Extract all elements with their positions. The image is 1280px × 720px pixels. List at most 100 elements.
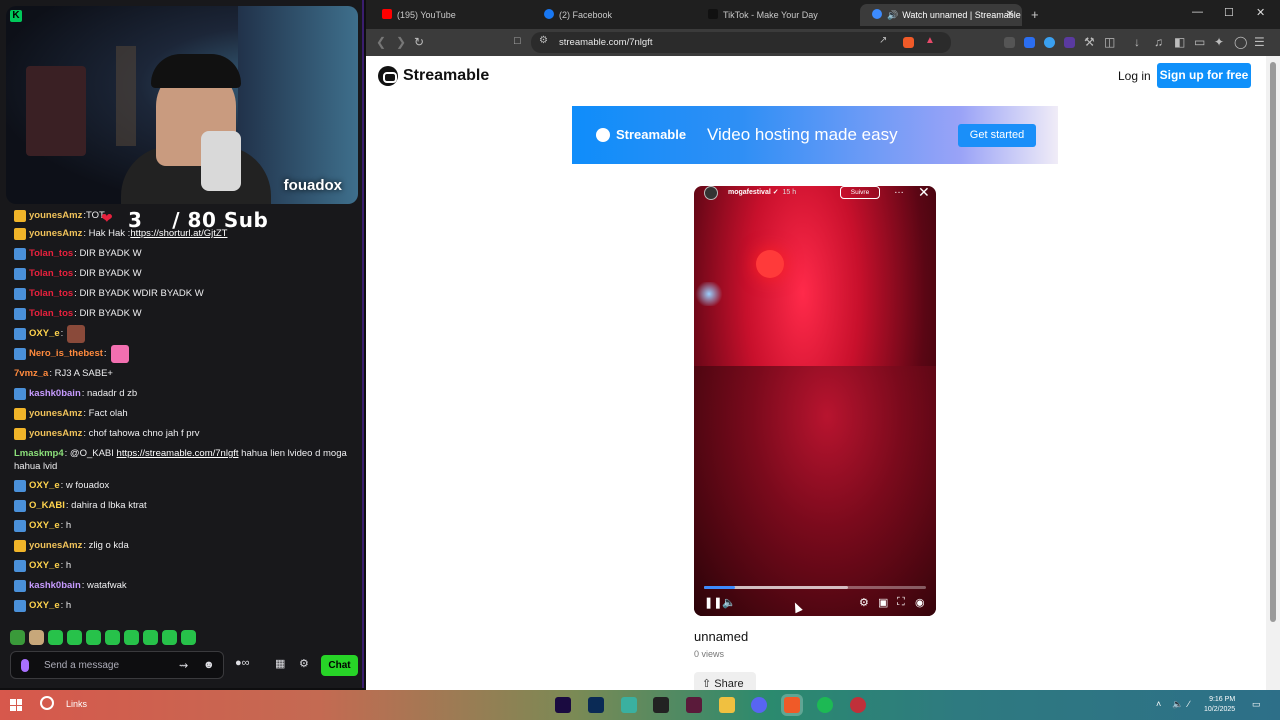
minimize-icon[interactable]: — xyxy=(1192,6,1203,18)
chat-username[interactable]: younesAmz xyxy=(29,404,82,424)
login-link[interactable]: Log in xyxy=(1118,69,1151,83)
emote-icon[interactable] xyxy=(67,630,82,645)
emote-icon[interactable] xyxy=(29,630,44,645)
emote-icon[interactable] xyxy=(143,630,158,645)
tab-facebook[interactable]: (2) Facebook xyxy=(532,4,694,26)
page-scrollbar[interactable] xyxy=(1266,56,1280,690)
puzzle-icon[interactable]: ⚒ xyxy=(1084,35,1095,49)
maximize-icon[interactable]: ☐ xyxy=(1224,6,1234,19)
share-icon[interactable]: ↗ xyxy=(879,35,887,46)
panel-icon[interactable]: ◧ xyxy=(1174,35,1185,49)
app-icon[interactable] xyxy=(686,697,702,713)
music-icon[interactable]: ♫ xyxy=(1154,35,1163,49)
ad-banner[interactable]: Streamable Video hosting made easy Get s… xyxy=(572,106,1058,164)
notification-icon[interactable]: ▭ xyxy=(1252,699,1261,710)
search-icon[interactable] xyxy=(40,696,54,710)
microphone-icon[interactable] xyxy=(21,659,29,672)
extension-icon[interactable] xyxy=(1064,37,1075,48)
chat-username[interactable]: Tolan_tos xyxy=(29,264,73,284)
photoshop-icon[interactable] xyxy=(588,697,604,713)
site-settings-icon[interactable]: ⚙ xyxy=(539,35,548,46)
chat-username[interactable]: OXY_e xyxy=(29,476,60,496)
streamable-icon[interactable]: ◉ xyxy=(915,596,925,609)
brave-shields-icon[interactable] xyxy=(903,37,914,48)
chat-username[interactable]: OXY_e xyxy=(29,596,60,616)
file-explorer-icon[interactable] xyxy=(719,697,735,713)
chat-username[interactable]: OXY_e xyxy=(29,324,60,344)
chat-input-placeholder[interactable]: Send a message xyxy=(44,660,119,671)
fullscreen-icon[interactable]: ⛶ xyxy=(897,596,905,609)
sidebar-icon[interactable]: ◫ xyxy=(1104,35,1115,49)
app-icon[interactable] xyxy=(850,697,866,713)
chat-send-button[interactable]: Chat xyxy=(321,655,358,676)
close-window-icon[interactable]: ✕ xyxy=(1256,6,1265,19)
chat-username[interactable]: O_KABI xyxy=(29,496,65,516)
volume-icon[interactable]: 🔈 xyxy=(722,596,736,609)
wallet-icon[interactable]: ▭ xyxy=(1194,35,1205,49)
get-started-button[interactable]: Get started xyxy=(958,124,1036,147)
scrollbar-thumb[interactable] xyxy=(1270,62,1276,622)
back-icon[interactable]: ❮ xyxy=(376,35,386,49)
url-text[interactable]: streamable.com/7nlgft xyxy=(559,37,652,48)
picture-in-picture-icon[interactable]: ▣ xyxy=(878,596,888,609)
store-icon[interactable]: ▦ xyxy=(275,657,285,670)
chat-username[interactable]: Nero_is_thebest xyxy=(29,344,103,364)
translate-icon[interactable]: ⇝ xyxy=(179,659,188,672)
emote-icon[interactable] xyxy=(48,630,63,645)
emoji-icon[interactable]: ☻ xyxy=(203,659,215,671)
settings-icon[interactable]: ⚙ xyxy=(859,596,869,609)
chat-link[interactable]: https://streamable.com/7nlgft xyxy=(117,448,239,459)
emote-icon[interactable] xyxy=(181,630,196,645)
close-tab-icon[interactable]: ✕ xyxy=(1006,4,1014,26)
chat-username[interactable]: Tolan_tos xyxy=(29,304,73,324)
extension-icon[interactable] xyxy=(1024,37,1035,48)
chevron-up-icon[interactable]: ˄ xyxy=(1156,699,1161,709)
app-icon[interactable] xyxy=(621,697,637,713)
tab-tiktok[interactable]: TikTok - Make Your Day xyxy=(696,4,858,26)
pause-icon[interactable]: ❚❚ xyxy=(704,596,722,609)
video-progress-bar[interactable] xyxy=(704,586,926,589)
chat-username[interactable]: kashk0bain xyxy=(29,576,81,596)
streamable-logo[interactable]: Streamable xyxy=(378,66,489,86)
emote-icon[interactable] xyxy=(162,630,177,645)
gear-icon[interactable]: ⚙ xyxy=(299,657,309,670)
chat-username[interactable]: younesAmz xyxy=(29,424,82,444)
users-icon[interactable]: ●∞ xyxy=(235,657,250,669)
extension-icon[interactable] xyxy=(1004,37,1015,48)
clock[interactable]: 9:16 PM 10/2/2025 xyxy=(1204,695,1235,715)
chat-username[interactable]: younesAmz xyxy=(29,536,82,556)
brave-icon[interactable] xyxy=(784,697,800,713)
app-icon[interactable] xyxy=(653,697,669,713)
reload-icon[interactable]: ↻ xyxy=(414,35,424,49)
emote-icon[interactable] xyxy=(124,630,139,645)
emote-icon[interactable] xyxy=(10,630,25,645)
taskbar-search-label[interactable]: Links xyxy=(66,699,87,709)
emote-icon[interactable] xyxy=(105,630,120,645)
chat-username[interactable]: OXY_e xyxy=(29,516,60,536)
download-icon[interactable]: ↓ xyxy=(1134,35,1140,49)
chat-username[interactable]: kashk0bain xyxy=(29,384,81,404)
signup-button[interactable]: Sign up for free xyxy=(1157,63,1251,88)
forward-icon[interactable]: ❯ xyxy=(396,35,406,49)
video-player[interactable]: mogafestival ✓ 15 h Suivre … ✕ ❚❚ 🔈 ⚙ ▣ … xyxy=(694,186,936,616)
bookmark-icon[interactable]: □ xyxy=(514,35,521,47)
chat-username[interactable]: OXY_e xyxy=(29,556,60,576)
vpn-icon[interactable]: ◯ xyxy=(1234,35,1247,49)
new-tab-button[interactable]: + xyxy=(1031,4,1039,26)
spotify-icon[interactable] xyxy=(817,697,833,713)
tab-youtube[interactable]: (195) YouTube xyxy=(370,4,532,26)
chat-input[interactable]: Send a message ⇝ ☻ xyxy=(10,651,224,679)
chat-username[interactable]: 7vmz_a xyxy=(14,364,48,384)
emote-icon[interactable] xyxy=(86,630,101,645)
network-icon[interactable]: ∕ xyxy=(1188,699,1190,709)
address-bar[interactable]: ⚙ streamable.com/7nlgft ↗ ▲ xyxy=(531,32,951,53)
leo-icon[interactable]: ✦ xyxy=(1214,35,1224,49)
share-button[interactable]: ⇧ Share xyxy=(694,672,756,690)
discord-icon[interactable] xyxy=(751,697,767,713)
volume-icon[interactable]: 🔈 xyxy=(1172,699,1183,710)
chat-username[interactable]: Tolan_tos xyxy=(29,244,73,264)
chat-username[interactable]: younesAmz xyxy=(29,224,82,244)
start-button[interactable] xyxy=(10,699,22,711)
premiere-icon[interactable] xyxy=(555,697,571,713)
rewards-icon[interactable]: ▲ xyxy=(925,35,935,46)
